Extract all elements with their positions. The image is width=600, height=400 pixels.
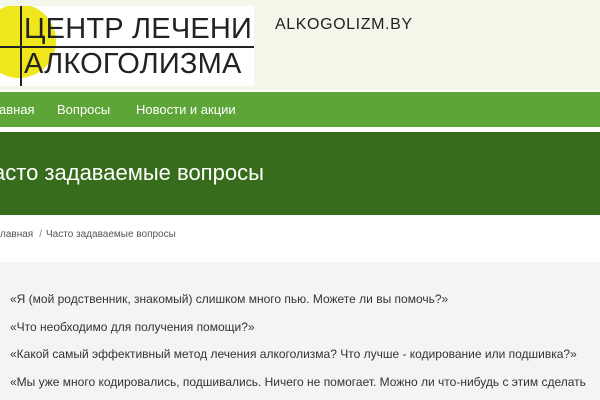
logo-text-line1: ЦЕНТР ЛЕЧЕНИЯ — [24, 13, 254, 45]
breadcrumb-separator: / — [39, 229, 42, 240]
site-logo[interactable]: ЦЕНТР ЛЕЧЕНИЯ АЛКОГОЛИЗМА — [0, 6, 254, 86]
breadcrumb-home-link[interactable]: лавная — [0, 229, 33, 240]
faq-list: «Я (мой родственник, знакомый) слишком м… — [0, 262, 600, 400]
breadcrumb-current: Часто задаваемые вопросы — [46, 229, 176, 240]
logo-text-line2: АЛКОГОЛИЗМА — [24, 48, 242, 80]
site-header: ЦЕНТР ЛЕЧЕНИЯ АЛКОГОЛИЗМА ALKOGOLIZM.BY — [0, 0, 600, 90]
main-nav: авная Вопросы Новости и акции — [0, 92, 600, 127]
site-domain: ALKOGOLIZM.BY — [275, 16, 413, 33]
nav-item-questions[interactable]: Вопросы — [57, 102, 110, 117]
page-title: асто задаваемые вопросы — [0, 160, 264, 185]
faq-item[interactable]: «Мы уже много кодировались, подшивались.… — [10, 375, 586, 389]
faq-item[interactable]: «Какой самый эффективный метод лечения а… — [10, 347, 577, 361]
nav-item-news[interactable]: Новости и акции — [136, 102, 236, 117]
faq-item[interactable]: «Что необходимо для получения помощи?» — [10, 320, 255, 334]
breadcrumb: лавная / Часто задаваемые вопросы — [0, 229, 176, 240]
nav-item-home[interactable]: авная — [0, 102, 35, 117]
page-title-banner: асто задаваемые вопросы — [0, 132, 600, 215]
faq-item[interactable]: «Я (мой родственник, знакомый) слишком м… — [10, 292, 448, 306]
